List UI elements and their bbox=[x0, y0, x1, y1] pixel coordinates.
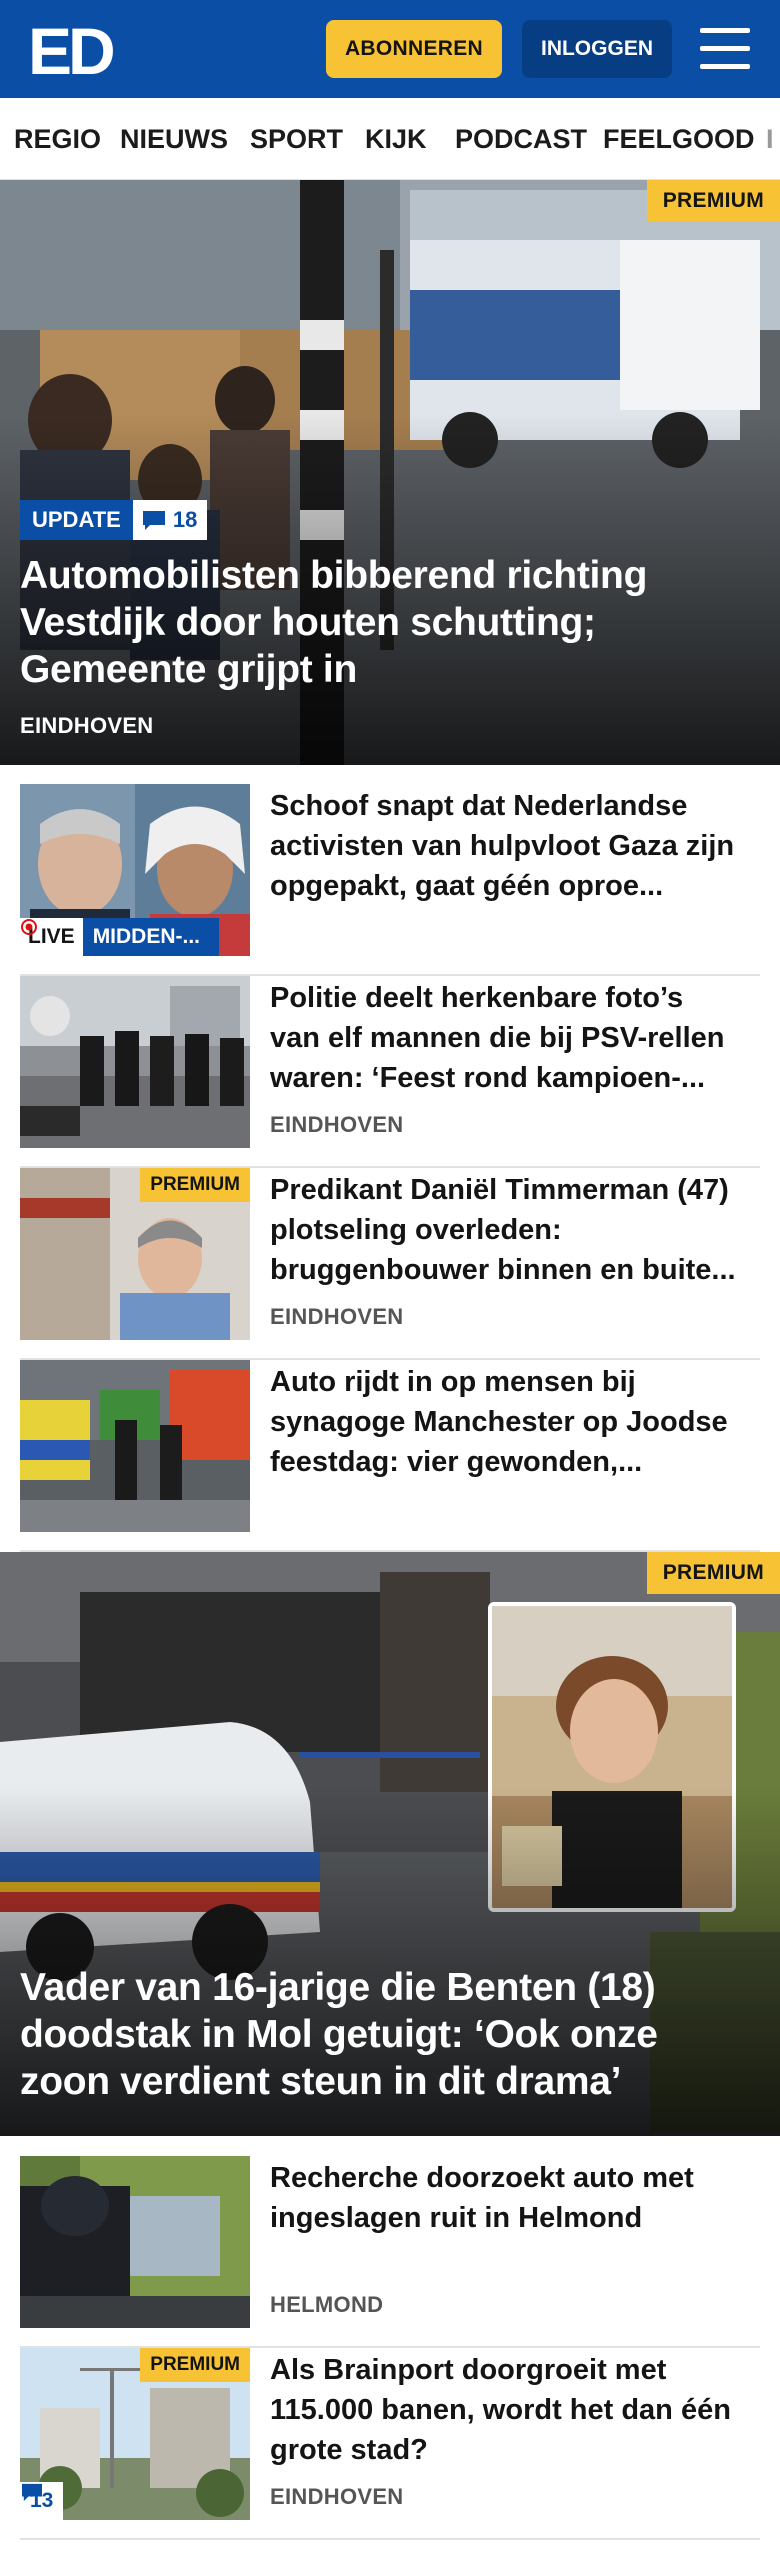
article-title[interactable]: Als Brainport doorgroeit met 115.000 ban… bbox=[270, 2350, 740, 2470]
premium-badge: PREMIUM bbox=[140, 2348, 250, 2382]
nav-item-more[interactable]: I bbox=[766, 98, 774, 179]
thumbnail-image bbox=[20, 2156, 250, 2328]
subscribe-button[interactable]: ABONNEREN bbox=[326, 20, 502, 78]
article-thumbnail: PREMIUM 13 bbox=[20, 2348, 250, 2520]
article-title[interactable]: Auto rijdt in op mensen bij synagoge Man… bbox=[270, 1362, 740, 1482]
section-label: MIDDEN-... bbox=[82, 918, 219, 956]
hero-article[interactable]: PREMIUM UPDATE 18 Automobilisten bibbere… bbox=[0, 180, 780, 765]
comment-count-badge[interactable]: 13 bbox=[20, 2482, 64, 2520]
ed-logo[interactable]: ED bbox=[28, 18, 118, 80]
nav-item-podcast[interactable]: PODCAST bbox=[455, 98, 587, 179]
article-location: EINDHOVEN bbox=[270, 2484, 404, 2509]
comment-count: 18 bbox=[172, 507, 198, 532]
article-title[interactable]: Schoof snapt dat Nederlandse activisten … bbox=[270, 786, 740, 906]
live-dot-icon bbox=[21, 919, 37, 935]
nav-item-sport[interactable]: SPORT bbox=[250, 98, 343, 179]
article-thumbnail: PREMIUM bbox=[20, 1168, 250, 1340]
nav-item-regio[interactable]: REGIO bbox=[14, 98, 101, 179]
premium-badge: PREMIUM bbox=[646, 180, 780, 222]
featured-title[interactable]: Vader van 16-jarige die Benten (18) dood… bbox=[20, 1964, 750, 2105]
list-item[interactable]: Politie deelt herkenbare foto’s van elf … bbox=[20, 976, 760, 1168]
article-location: HELMOND bbox=[270, 2292, 384, 2317]
article-thumbnail bbox=[20, 976, 250, 1148]
nav-item-feelgood[interactable]: FEELGOOD bbox=[603, 98, 755, 179]
list-item[interactable]: LIVE MIDDEN-... Schoof snapt dat Nederla… bbox=[20, 784, 760, 976]
article-thumbnail bbox=[20, 2156, 250, 2328]
article-thumbnail bbox=[20, 1360, 250, 1532]
list-item[interactable]: PREMIUM Predikant Daniël Timmerman (47) … bbox=[20, 1168, 760, 1360]
premium-badge: PREMIUM bbox=[140, 1168, 250, 1202]
update-label: UPDATE bbox=[20, 500, 133, 540]
login-button[interactable]: INLOGGEN bbox=[522, 20, 672, 78]
comment-icon bbox=[142, 511, 165, 530]
list-item[interactable]: Recherche doorzoekt auto met ingeslagen … bbox=[20, 2156, 760, 2348]
update-badge: UPDATE 18 bbox=[20, 500, 208, 540]
featured-article[interactable]: PREMIUM Vader van 16-jarige die Benten (… bbox=[0, 1552, 780, 2136]
list-item[interactable]: PREMIUM 13 Als Brainport doorgroeit met … bbox=[20, 2348, 760, 2540]
comment-count-badge[interactable]: 18 bbox=[132, 500, 208, 540]
article-title[interactable]: Predikant Daniël Timmerman (47) plotseli… bbox=[270, 1170, 740, 1290]
menu-icon[interactable] bbox=[700, 26, 750, 72]
hero-title[interactable]: Automobilisten bibberend richting Vestdi… bbox=[20, 552, 750, 693]
premium-badge: PREMIUM bbox=[646, 1552, 780, 1594]
top-header: ED ABONNEREN INLOGGEN bbox=[0, 0, 780, 98]
article-title[interactable]: Recherche doorzoekt auto met ingeslagen … bbox=[270, 2158, 740, 2238]
svg-text:ED: ED bbox=[28, 18, 113, 80]
comment-icon bbox=[22, 2483, 42, 2502]
nav-item-nieuws[interactable]: NIEUWS bbox=[120, 98, 228, 179]
article-location: EINDHOVEN bbox=[270, 1112, 404, 1137]
list-item[interactable]: Auto rijdt in op mensen bij synagoge Man… bbox=[20, 1360, 760, 1552]
live-badge: LIVE MIDDEN-... bbox=[20, 918, 219, 956]
category-nav: REGIO NIEUWS SPORT KIJK PODCAST FEELGOOD… bbox=[0, 98, 780, 180]
thumbnail-image bbox=[20, 976, 250, 1148]
thumbnail-image bbox=[20, 1360, 250, 1532]
article-location: EINDHOVEN bbox=[270, 1304, 404, 1329]
nav-item-kijk[interactable]: KIJK bbox=[365, 98, 427, 179]
article-title[interactable]: Politie deelt herkenbare foto’s van elf … bbox=[270, 978, 740, 1098]
article-thumbnail: LIVE MIDDEN-... bbox=[20, 784, 250, 956]
hero-location: EINDHOVEN bbox=[20, 713, 154, 738]
